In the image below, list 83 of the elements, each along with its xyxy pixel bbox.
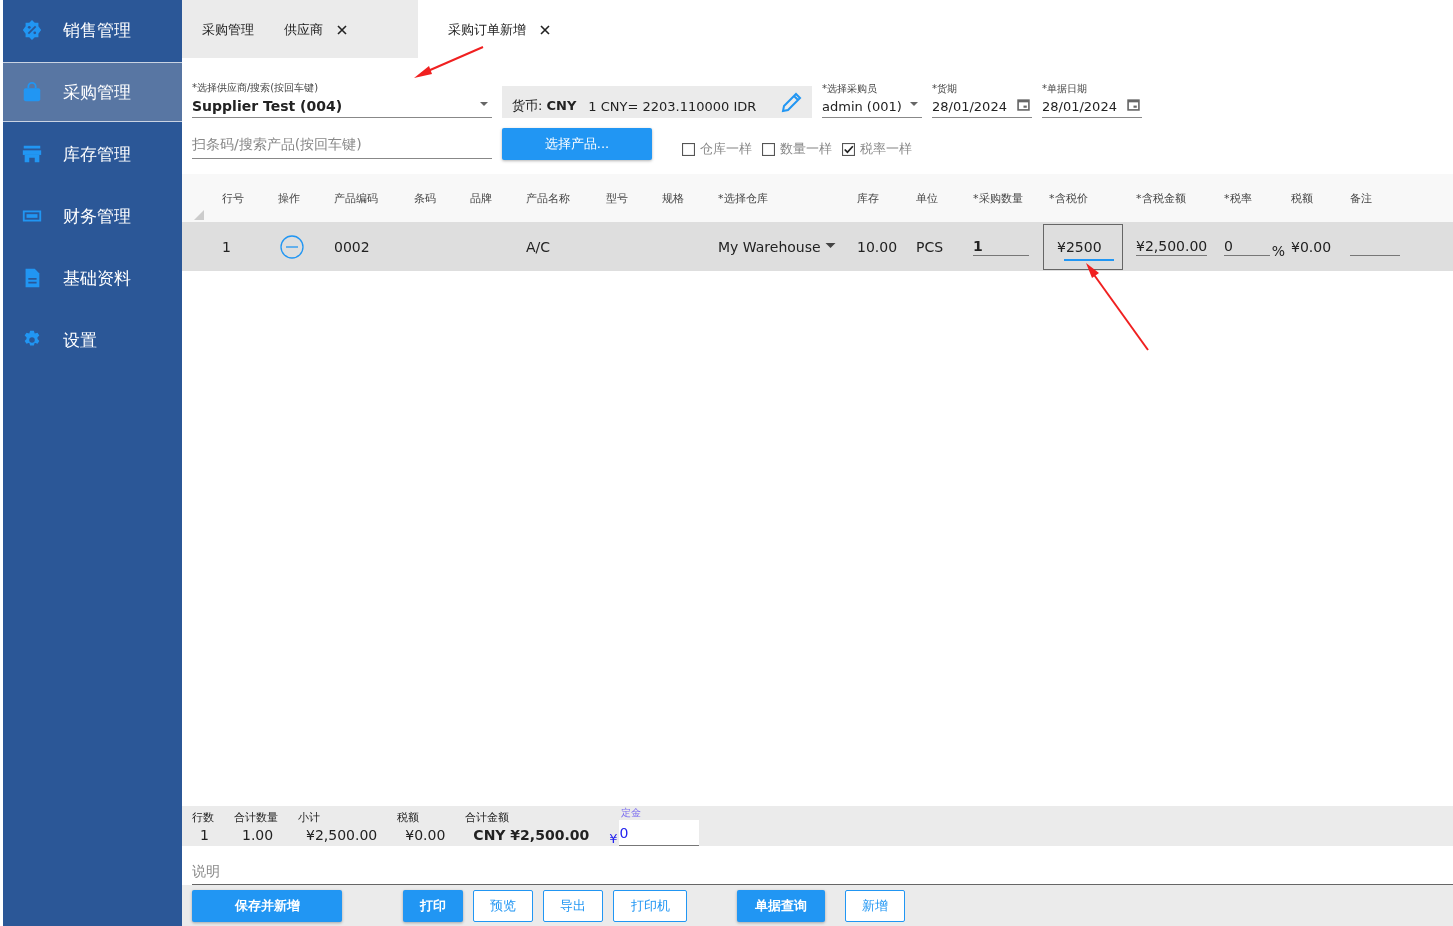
quantity-field[interactable]: 1 [973,237,1029,256]
caret-icon [480,102,488,106]
column-header: 产品名称 [525,190,571,206]
summary-value: 1.00 [241,826,275,843]
column-header: *税率 [1223,190,1253,206]
summary-label: 小计 [298,809,321,825]
column-header: 备注 [1349,190,1373,206]
field-label: *选择采购员 [822,82,878,96]
table-cell-text: 10.00 [856,238,899,255]
store-icon [21,143,43,165]
checkbox[interactable] [682,142,695,156]
amount-field[interactable]: ¥2,500.00 [1136,237,1208,256]
summary-value: ¥0.00 [404,826,446,843]
annotation-arrow [413,46,485,80]
column-header: *采购数量 [972,190,1024,206]
sidebar-item[interactable]: 设置 [3,310,182,370]
field-value: admin (001) [822,99,902,114]
exchange-rate: 1 CNY= 2203.110000 IDR [588,98,758,114]
column-header: 库存 [856,190,880,206]
column-header: 单位 [915,190,939,206]
summary-label: 合计数量 [234,809,278,825]
shopping-bag-icon [21,81,43,103]
supplier-select[interactable]: *选择供应商/搜索(按回车键) Supplier Test (004) [192,81,492,118]
currency-label: 货币: CNY [512,97,577,115]
sidebar-item[interactable]: 销售管理 [3,0,182,60]
currency-symbol: ¥ [609,831,618,846]
column-header: 税额 [1290,190,1314,206]
column-header: 行号 [221,190,245,206]
sidebar-item[interactable]: 采购管理 [3,62,182,122]
column-header: 品牌 [469,190,493,206]
checkbox-option[interactable]: 仓库一样 [682,140,752,158]
summary-label: 合计金额 [465,809,511,825]
date-field[interactable]: *货期 28/01/2024 [932,82,1032,118]
table-cell-text: 0002 [333,238,371,255]
date-field[interactable]: *单据日期 28/01/2024 [1042,82,1142,118]
field-label: *单据日期 [1042,82,1088,96]
summary-label: 税额 [397,809,421,825]
column-header: 操作 [277,190,301,206]
calendar-icon [1017,98,1030,111]
column-header: *选择仓库 [717,190,769,206]
table-cell-text: ¥0.00 [1290,238,1333,255]
field-value: 28/01/2024 [1042,99,1117,114]
field-label: *货期 [932,82,958,96]
corner-triangle-icon [194,210,204,220]
summary-label: 行数 [192,809,214,825]
checkbox[interactable] [762,142,775,156]
summary-value: ¥2,500.00 [305,826,378,843]
table-cell-text: A/C [525,238,552,255]
checkbox-option[interactable]: 数量一样 [762,140,832,158]
tab[interactable]: 采购管理 [202,0,284,58]
column-header: *含税价 [1048,190,1089,206]
percent-badge-icon [21,19,43,41]
sidebar-item[interactable]: 财务管理 [3,186,182,246]
field-value: 28/01/2024 [932,99,1007,114]
close-icon[interactable] [337,25,347,35]
table-cell-text: 1 [221,238,232,255]
price-field[interactable]: ¥2500 [1043,223,1123,270]
column-header: 产品编码 [333,190,379,206]
deposit-field[interactable]: 0 [619,820,700,846]
calendar-icon [1127,98,1140,111]
deposit-label: 定金 [621,806,643,820]
tax-rate-field[interactable]: 0 [1224,237,1270,256]
column-header: 条码 [413,190,437,206]
summary-value: 1 [199,826,210,843]
column-header: *含税金额 [1135,190,1187,206]
sidebar-item[interactable]: 库存管理 [3,124,182,184]
table-cell-text: PCS [915,238,945,255]
sidebar-item[interactable]: 基础资料 [3,248,182,308]
pencil-icon[interactable] [780,90,804,114]
field-value: Supplier Test (004) [192,98,343,114]
field-label: *选择供应商/搜索(按回车键) [192,81,320,95]
caret-icon [910,102,918,106]
checkbox[interactable] [842,142,855,156]
column-header: 型号 [605,190,629,206]
summary-value: CNY ¥2,500.00 [472,826,590,843]
buyer-select[interactable]: *选择采购员 admin (001) [822,82,922,118]
warehouse-select[interactable]: My Warehouse [718,238,836,255]
column-header: 规格 [661,190,685,206]
percent-sign: % [1271,242,1285,259]
close-icon[interactable] [540,25,550,35]
tab[interactable]: 供应商 [284,0,377,58]
checkbox-option[interactable]: 税率一样 [842,140,912,158]
caret-icon [824,242,836,248]
